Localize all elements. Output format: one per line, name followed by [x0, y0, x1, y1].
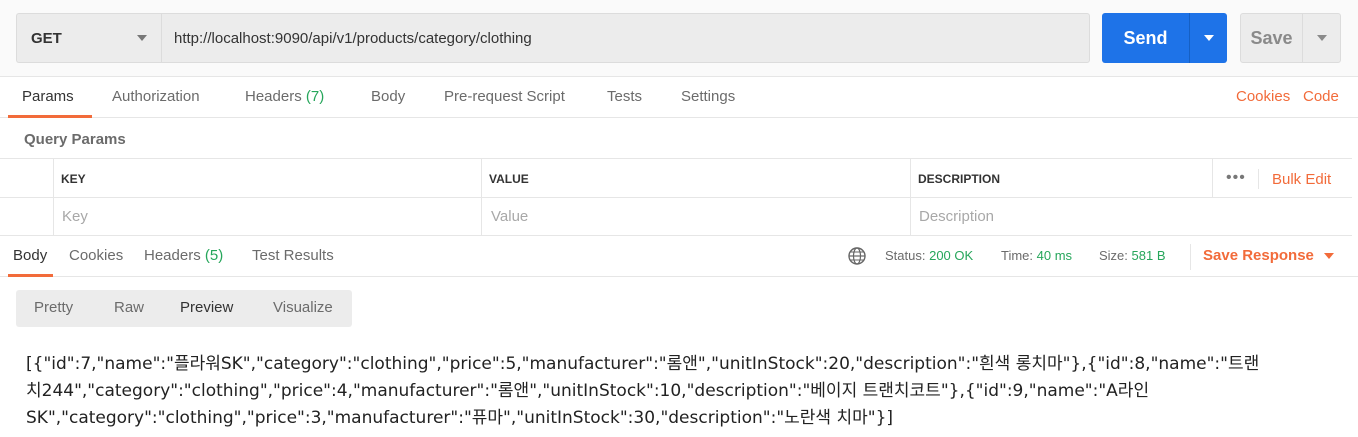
view-mode-switcher: Pretty Raw Preview Visualize: [16, 290, 352, 327]
size-readout: Size: 581 B: [1099, 248, 1166, 263]
tab-label: Settings: [681, 88, 736, 105]
view-raw[interactable]: Raw: [114, 299, 144, 316]
time-readout: Time: 40 ms: [1001, 248, 1072, 263]
status-label: Status:: [885, 248, 926, 263]
query-params-title: Query Params: [24, 131, 126, 148]
status-readout: Status: 200 OK: [885, 248, 973, 263]
view-preview[interactable]: Preview: [180, 299, 233, 316]
tab-label: Params: [22, 88, 74, 105]
tab-settings[interactable]: Settings: [681, 88, 735, 105]
key-column-header: KEY: [61, 172, 86, 186]
save-response-label: Save Response: [1203, 247, 1314, 264]
tab-label: Body: [13, 247, 48, 264]
tab-label: Body: [371, 88, 406, 105]
save-button[interactable]: Save: [1240, 13, 1341, 63]
tab-label: Authorization: [112, 88, 200, 105]
response-line: 치244","category":"clothing","price":4,"m…: [26, 381, 1150, 401]
code-link[interactable]: Code: [1303, 88, 1339, 105]
status-value: 200 OK: [929, 248, 974, 263]
tab-label: Headers: [144, 247, 201, 264]
size-value: 581 B: [1131, 248, 1166, 263]
chevron-down-icon: [1203, 35, 1214, 41]
response-line: [{"id":7,"name":"플라워SK","category":"clot…: [26, 354, 1260, 374]
view-visualize[interactable]: Visualize: [273, 299, 333, 316]
url-input[interactable]: http://localhost:9090/api/v1/products/ca…: [161, 13, 1090, 63]
tab-response-headers[interactable]: Headers (5): [144, 247, 223, 264]
time-label: Time:: [1001, 248, 1034, 263]
response-line: SK","category":"clothing","price":3,"man…: [26, 408, 894, 428]
row-divider: [0, 197, 1352, 198]
globe-icon[interactable]: [847, 246, 867, 266]
response-body[interactable]: [{"id":7,"name":"플라워SK","category":"clot…: [26, 351, 1326, 432]
tab-label: Headers: [245, 88, 302, 105]
tab-label: Test Results: [252, 247, 334, 264]
chevron-down-icon: [1323, 253, 1334, 260]
tab-authorization[interactable]: Authorization: [112, 88, 200, 105]
description-input[interactable]: Description: [919, 208, 994, 225]
column-divider: [1258, 169, 1259, 189]
method-select[interactable]: GET: [16, 13, 161, 63]
request-tabs: Params Authorization Headers (7) Body Pr…: [0, 77, 1358, 118]
more-options-icon[interactable]: •••: [1226, 169, 1246, 187]
cookies-link[interactable]: Cookies: [1236, 88, 1290, 105]
tab-test-results[interactable]: Test Results: [252, 247, 334, 264]
send-label: Send: [1123, 27, 1168, 48]
save-options-button[interactable]: [1303, 35, 1340, 41]
method-label: GET: [31, 29, 62, 47]
column-divider: [1212, 159, 1213, 197]
time-value: 40 ms: [1036, 248, 1073, 263]
headers-count-badge: (5): [204, 247, 224, 264]
tab-body[interactable]: Body: [371, 88, 405, 105]
size-label: Size:: [1099, 248, 1128, 263]
chevron-down-icon: [1316, 35, 1327, 41]
send-options-button[interactable]: [1190, 35, 1227, 41]
query-params-table: KEY VALUE DESCRIPTION ••• Bulk Edit Key …: [0, 158, 1352, 236]
tab-headers[interactable]: Headers (7): [245, 88, 324, 105]
tab-label: Tests: [607, 88, 643, 105]
save-response-button[interactable]: Save Response: [1203, 247, 1334, 264]
tab-response-cookies[interactable]: Cookies: [69, 247, 123, 264]
divider: [1190, 244, 1191, 270]
key-input[interactable]: Key: [62, 208, 88, 225]
save-label: Save: [1250, 27, 1293, 48]
tab-response-body[interactable]: Body: [13, 247, 47, 264]
description-column-header: DESCRIPTION: [918, 172, 1001, 186]
view-pretty[interactable]: Pretty: [34, 299, 73, 316]
value-column-header: VALUE: [489, 172, 529, 186]
request-bar: GET http://localhost:9090/api/v1/product…: [0, 0, 1358, 77]
send-button[interactable]: Send: [1102, 13, 1227, 63]
tab-pre-request-script[interactable]: Pre-request Script: [444, 88, 565, 105]
tab-label: Cookies: [69, 247, 124, 264]
active-tab-indicator: [8, 274, 53, 277]
headers-count-badge: (7): [305, 88, 325, 105]
bulk-edit-link[interactable]: Bulk Edit: [1272, 171, 1331, 188]
tab-tests[interactable]: Tests: [607, 88, 642, 105]
chevron-down-icon: [137, 35, 147, 41]
tab-params[interactable]: Params: [22, 88, 74, 105]
tab-label: Pre-request Script: [444, 88, 565, 105]
url-text: http://localhost:9090/api/v1/products/ca…: [174, 29, 532, 47]
response-tabs: Body Cookies Headers (5) Test Results St…: [0, 236, 1358, 277]
value-input[interactable]: Value: [491, 208, 528, 225]
active-tab-indicator: [8, 115, 92, 118]
